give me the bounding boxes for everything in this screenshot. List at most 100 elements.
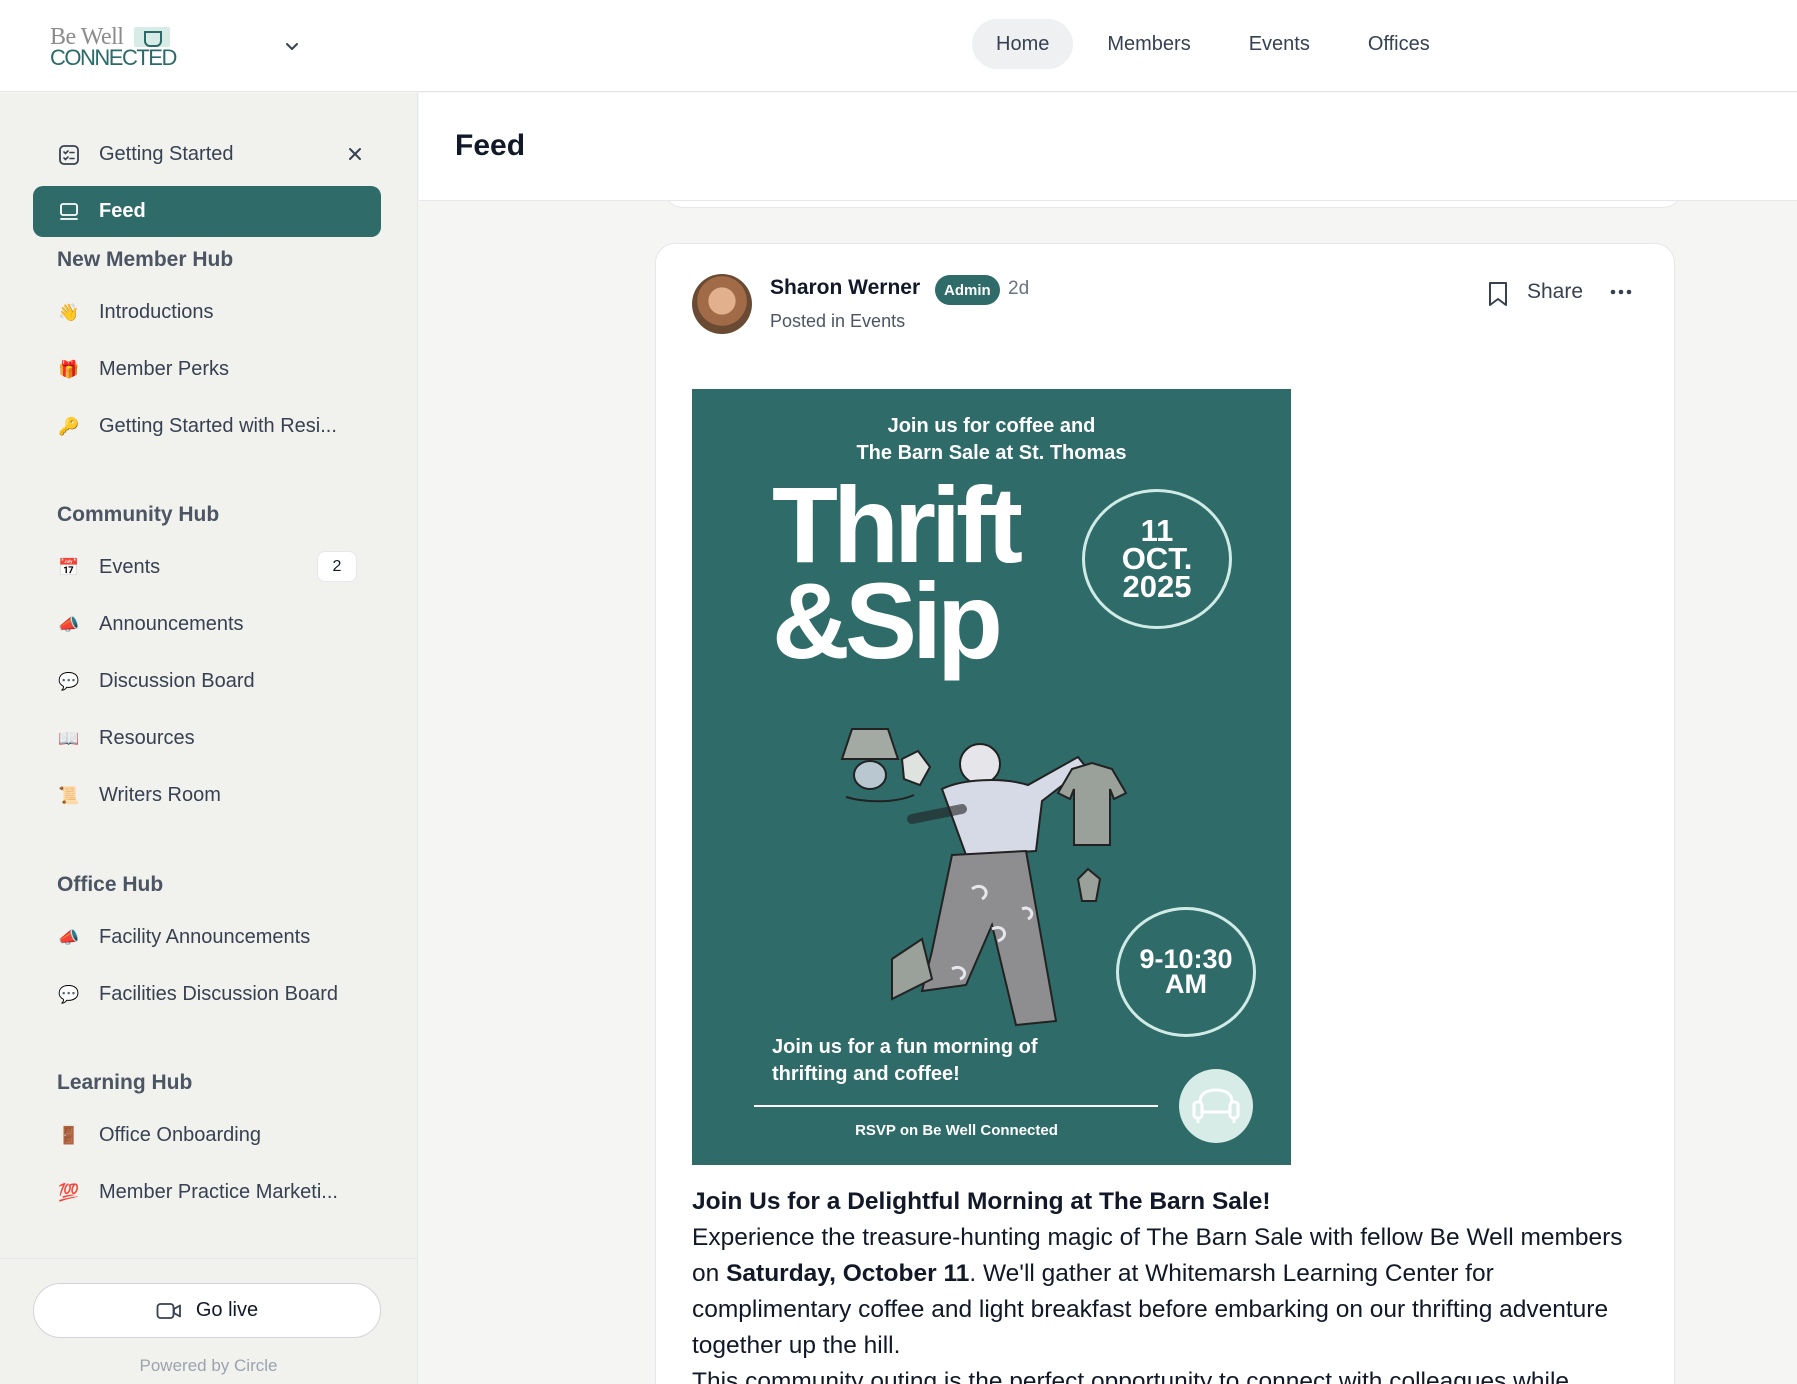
event-flyer-image[interactable]: Join us for coffee and The Barn Sale at … [692, 389, 1291, 1165]
sidebar-item-getting-started[interactable]: Getting Started [33, 129, 381, 180]
sidebar-item-label: Events [99, 556, 161, 578]
sidebar-item-writers-room[interactable]: 📜 Writers Room [33, 770, 381, 821]
powered-by-link[interactable]: Powered by Circle [0, 1356, 417, 1376]
armchair-icon [1179, 1069, 1253, 1143]
post-card: Sharon Werner Admin 2d Posted in Events … [655, 243, 1675, 1384]
bookmark-icon[interactable] [1486, 280, 1510, 308]
community-switcher-button[interactable] [280, 34, 304, 58]
more-options-icon[interactable] [1606, 280, 1636, 304]
nav-members[interactable]: Members [1083, 19, 1214, 69]
close-icon[interactable] [343, 142, 367, 166]
post-age[interactable]: 2d [1008, 278, 1029, 300]
sidebar-item-label: Getting Started [99, 143, 234, 165]
flyer-date-year: 2025 [1122, 569, 1192, 604]
flyer-time-line2: AM [1165, 969, 1207, 999]
nav-home[interactable]: Home [972, 19, 1074, 69]
flyer-title-line2: &Sip [772, 560, 1003, 681]
post-heading: Join Us for a Delightful Morning at The … [692, 1188, 1271, 1215]
avatar[interactable] [692, 274, 752, 334]
nav-offices[interactable]: Offices [1344, 19, 1454, 69]
open-book-icon: 📖 [58, 728, 80, 748]
flyer-tagline-line2: thrifting and coffee! [772, 1063, 960, 1085]
scroll-icon: 📜 [58, 785, 80, 805]
share-button[interactable]: Share [1527, 280, 1583, 304]
sidebar-item-getting-started-resi[interactable]: 🔑 Getting Started with Resi... [33, 401, 381, 452]
section-heading-office-hub[interactable]: Office Hub [57, 873, 163, 897]
sidebar-item-facilities-discussion-board[interactable]: 💬 Facilities Discussion Board [33, 969, 381, 1020]
post-body: Join Us for a Delightful Morning at The … [692, 1184, 1642, 1384]
post-paragraph-1: Experience the treasure-hunting magic of… [692, 1220, 1642, 1364]
megaphone-icon: 📣 [58, 614, 80, 634]
sidebar-item-label: Discussion Board [99, 670, 255, 692]
sidebar-item-label: Writers Room [99, 784, 221, 806]
go-live-button[interactable]: Go live [33, 1283, 381, 1338]
top-bar: Be Well CONNECTED Home Members Events Of… [0, 0, 1797, 92]
section-heading-community-hub[interactable]: Community Hub [57, 503, 219, 527]
video-camera-icon [156, 1302, 181, 1319]
sidebar-item-resources[interactable]: 📖 Resources [33, 713, 381, 764]
top-navigation: Home Members Events Offices [972, 19, 1454, 69]
flyer-intro-line2: The Barn Sale at St. Thomas [856, 442, 1127, 464]
door-icon: 🚪 [58, 1125, 80, 1145]
feed-icon [57, 200, 81, 224]
coffee-cup-icon [134, 27, 170, 47]
sidebar-item-facility-announcements[interactable]: 📣 Facility Announcements [33, 912, 381, 963]
post-text-bold-date: Saturday, October 11 [726, 1260, 970, 1287]
nav-events[interactable]: Events [1225, 19, 1334, 69]
main-header: Feed [419, 93, 1797, 201]
unread-count-badge: 2 [317, 551, 357, 582]
key-icon: 🔑 [58, 416, 80, 436]
sidebar-item-label: Facilities Discussion Board [99, 983, 338, 1005]
speech-bubble-icon: 💬 [58, 671, 80, 691]
megaphone-icon: 📣 [58, 927, 80, 947]
calendar-icon: 📅 [58, 557, 80, 577]
sidebar-footer: Go live Powered by Circle [0, 1258, 417, 1384]
sidebar-item-member-practice-marketing[interactable]: 💯 Member Practice Marketi... [33, 1167, 381, 1218]
logo-line2: CONNECTED [50, 45, 177, 70]
sidebar-item-discussion-board[interactable]: 💬 Discussion Board [33, 656, 381, 707]
page-title: Feed [455, 129, 526, 162]
flyer-divider [754, 1105, 1158, 1107]
go-live-label: Go live [195, 1299, 259, 1321]
sidebar-item-introductions[interactable]: 👋 Introductions [33, 287, 381, 338]
flyer-intro-line1: Join us for coffee and [887, 415, 1096, 437]
hundred-points-icon: 💯 [58, 1182, 80, 1202]
brand-logo[interactable]: Be Well CONNECTED [50, 24, 177, 70]
sidebar-item-label: Member Practice Marketi... [99, 1181, 338, 1203]
flyer-rsvp-text: RSVP on Be Well Connected [855, 1122, 1058, 1139]
sidebar-item-label: Resources [99, 727, 195, 749]
posted-in-space[interactable]: Posted in Events [770, 311, 905, 332]
sidebar-item-label: Member Perks [99, 358, 230, 380]
waving-hand-icon: 👋 [58, 302, 80, 322]
section-heading-new-member-hub[interactable]: New Member Hub [57, 248, 233, 272]
checklist-icon [57, 143, 81, 167]
flyer-tagline-line1: Join us for a fun morning of [772, 1036, 1038, 1058]
sidebar-item-events[interactable]: 📅 Events 2 [33, 542, 381, 593]
sidebar-item-member-perks[interactable]: 🎁 Member Perks [33, 344, 381, 395]
thrift-shopper-illustration [840, 728, 1128, 1027]
sidebar-item-label: Introductions [99, 301, 214, 323]
section-heading-learning-hub[interactable]: Learning Hub [57, 1071, 192, 1095]
sidebar-item-label: Getting Started with Resi... [99, 415, 337, 437]
sidebar-item-office-onboarding[interactable]: 🚪 Office Onboarding [33, 1110, 381, 1161]
sidebar-item-label: Facility Announcements [99, 926, 311, 948]
previous-post-card [663, 201, 1683, 208]
sidebar-item-label: Office Onboarding [99, 1124, 261, 1146]
flyer-time-circle: 9-10:30 AM [1116, 907, 1256, 1037]
flyer-tagline: Join us for a fun morning of thrifting a… [772, 1034, 1038, 1088]
feed-content[interactable]: Sharon Werner Admin 2d Posted in Events … [419, 201, 1797, 1384]
flyer-date-circle: 11 OCT. 2025 [1082, 489, 1232, 629]
flyer-intro: Join us for coffee and The Barn Sale at … [692, 413, 1291, 467]
flyer-title: Thrift &Sip [772, 464, 1023, 681]
flyer-title-line1: Thrift [772, 464, 1023, 585]
sidebar-item-feed[interactable]: Feed [33, 186, 381, 237]
speech-bubble-icon: 💬 [58, 984, 80, 1004]
sidebar-item-announcements[interactable]: 📣 Announcements [33, 599, 381, 650]
sidebar: Getting Started Feed New Member Hub 👋 In… [0, 93, 418, 1384]
sidebar-item-label: Announcements [99, 613, 244, 635]
post-author[interactable]: Sharon Werner [770, 276, 920, 300]
admin-badge: Admin [935, 275, 1000, 305]
sidebar-item-label: Feed [99, 200, 146, 222]
gift-icon: 🎁 [58, 359, 80, 379]
post-paragraph-2: This community outing is the perfect opp… [692, 1368, 1570, 1384]
